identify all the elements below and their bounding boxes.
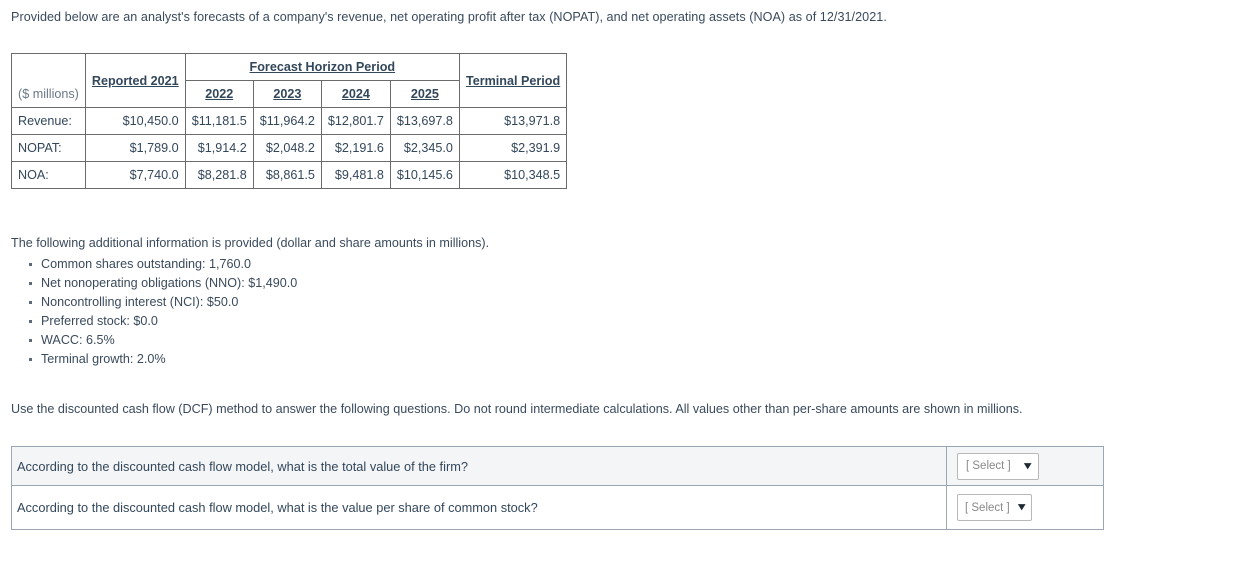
noa-reported-2021: $7,740.0	[84, 161, 186, 189]
revenue-reported-2021: $10,450.0	[84, 107, 186, 135]
list-item: Net nonoperating obligations (NNO): $1,4…	[29, 274, 1254, 293]
noa-2025: $10,145.6	[389, 161, 460, 189]
year-header-2025: 2025	[389, 80, 460, 108]
list-item: WACC: 6.5%	[29, 331, 1254, 350]
additional-info-lead: The following additional information is …	[11, 236, 490, 250]
intro-paragraph: Provided below are an analyst's forecast…	[11, 10, 887, 24]
additional-information-section: The following additional information is …	[11, 235, 1254, 369]
problem-page: Provided below are an analyst's forecast…	[0, 0, 1254, 531]
terminal-period-header-cell: Terminal Period	[458, 53, 568, 108]
chevron-down-icon: ▾	[1024, 459, 1032, 472]
year-label-2024: 2024	[341, 87, 370, 101]
nopat-2024: $2,191.6	[320, 134, 391, 162]
table-row-revenue: Revenue: $10,450.0 $11,181.5 $11,964.2 $…	[11, 107, 568, 135]
row-label-noa: NOA:	[11, 161, 86, 189]
revenue-terminal: $13,971.8	[458, 107, 568, 135]
row-label-revenue: Revenue:	[11, 107, 86, 135]
usage-instructions: Use the discounted cash flow (DCF) metho…	[11, 401, 1023, 416]
forecast-table-body: Revenue: $10,450.0 $11,181.5 $11,964.2 $…	[11, 107, 568, 189]
year-label-2023: 2023	[273, 87, 302, 101]
nopat-2022: $1,914.2	[184, 134, 254, 162]
year-label-2022: 2022	[205, 87, 234, 101]
forecast-horizon-group-header: Forecast Horizon Period	[184, 53, 460, 81]
forecast-table-head: ($ millions) Reported 2021 Forecast Hori…	[11, 53, 568, 108]
table-row-noa: NOA: $7,740.0 $8,281.8 $8,861.5 $9,481.8…	[11, 161, 568, 189]
row-label-nopat: NOPAT:	[11, 134, 86, 162]
unit-label-cell: ($ millions)	[11, 53, 86, 108]
question-text-1: According to the discounted cash flow mo…	[11, 446, 947, 487]
revenue-2024: $12,801.7	[320, 107, 391, 135]
year-header-2022: 2022	[184, 80, 254, 108]
nopat-2023: $2,048.2	[252, 134, 322, 162]
year-header-2023: 2023	[252, 80, 322, 108]
questions-container: According to the discounted cash flow mo…	[11, 446, 1254, 531]
additional-info-list: Common shares outstanding: 1,760.0 Net n…	[11, 255, 1254, 369]
revenue-2025: $13,697.8	[389, 107, 460, 135]
forecast-table: ($ millions) Reported 2021 Forecast Hori…	[11, 53, 568, 189]
list-item: Terminal growth: 2.0%	[29, 350, 1254, 369]
question-answer-cell-2: [ Select ] ▾	[946, 485, 1104, 531]
table-row-nopat: NOPAT: $1,789.0 $1,914.2 $2,048.2 $2,191…	[11, 134, 568, 162]
noa-2024: $9,481.8	[320, 161, 391, 189]
terminal-period-label: Terminal Period	[465, 73, 561, 88]
forecast-table-container: ($ millions) Reported 2021 Forecast Hori…	[11, 53, 1254, 189]
list-item: Preferred stock: $0.0	[29, 312, 1254, 331]
forecast-horizon-label: Forecast Horizon Period	[249, 60, 396, 74]
year-label-2025: 2025	[410, 87, 439, 101]
answer-select-1[interactable]: [ Select ] ▾	[957, 452, 1039, 480]
question-text-2: According to the discounted cash flow mo…	[11, 485, 947, 531]
list-item: Noncontrolling interest (NCI): $50.0	[29, 293, 1254, 312]
reported-header-cell: Reported 2021	[84, 53, 186, 108]
nopat-terminal: $2,391.9	[458, 134, 568, 162]
year-header-2024: 2024	[320, 80, 391, 108]
answer-select-2[interactable]: [ Select ] ▾	[957, 494, 1032, 522]
answer-select-1-value: [ Select ]	[966, 460, 1011, 473]
table-row: According to the discounted cash flow mo…	[11, 446, 1104, 487]
list-item: Common shares outstanding: 1,760.0	[29, 255, 1254, 274]
table-row: According to the discounted cash flow mo…	[11, 485, 1104, 531]
nopat-reported-2021: $1,789.0	[84, 134, 186, 162]
noa-2023: $8,861.5	[252, 161, 322, 189]
noa-2022: $8,281.8	[184, 161, 254, 189]
forecast-header-row-1: ($ millions) Reported 2021 Forecast Hori…	[11, 53, 568, 108]
revenue-2022: $11,181.5	[184, 107, 254, 135]
answer-select-2-value: [ Select ]	[965, 501, 1010, 514]
reported-header-label: Reported 2021	[91, 73, 179, 88]
revenue-2023: $11,964.2	[252, 107, 322, 135]
questions-table: According to the discounted cash flow mo…	[11, 446, 1104, 531]
chevron-down-icon: ▾	[1018, 501, 1026, 514]
question-answer-cell-1: [ Select ] ▾	[946, 446, 1104, 487]
nopat-2025: $2,345.0	[389, 134, 460, 162]
unit-label: ($ millions)	[18, 87, 79, 101]
noa-terminal: $10,348.5	[458, 161, 568, 189]
